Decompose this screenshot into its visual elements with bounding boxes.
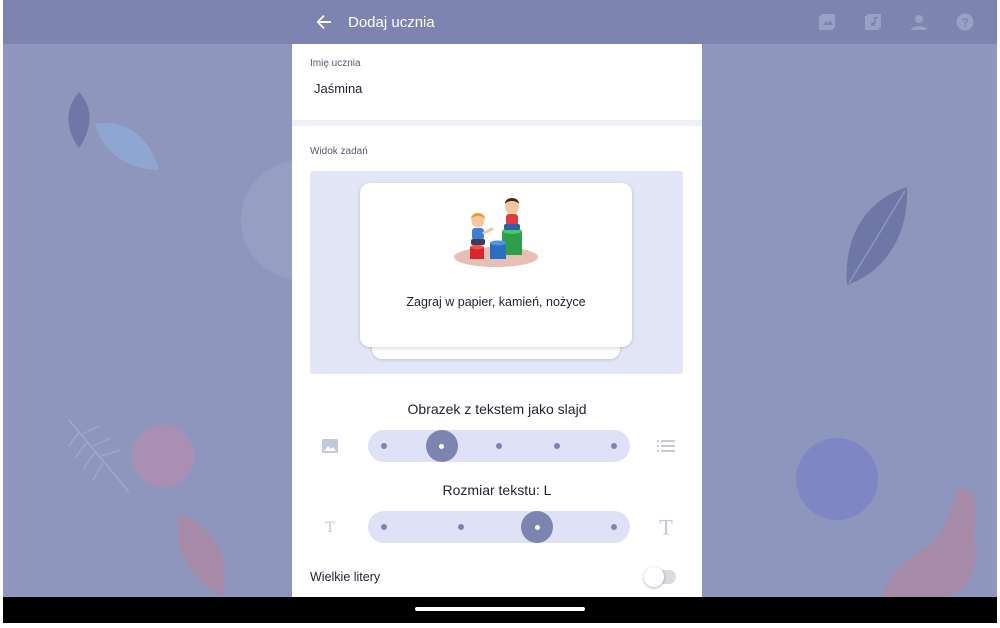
text-size-title: Rozmiar tekstu: L [442,482,552,498]
circle-decoration [796,438,878,520]
display-mode-step-dot[interactable] [381,443,387,449]
home-indicator[interactable] [415,607,585,611]
text-size-thumb[interactable] [521,511,554,543]
add-student-dialog: Dodaj ucznia Imię ucznia Widok zadań [292,0,702,597]
text-size-step-dot[interactable] [611,524,617,530]
uppercase-label: Wielkie litery [310,570,381,584]
toggle-knob[interactable] [644,567,664,587]
person-icon[interactable] [909,12,929,32]
uppercase-setting: Wielkie litery [310,567,684,588]
arrow-back-icon[interactable] [314,12,334,32]
display-mode-title: Obrazek z tekstem jako slajd [407,401,587,417]
leaf-decoration [177,514,225,596]
display-mode-thumb[interactable] [425,430,458,462]
svg-text:T: T [659,516,673,538]
gallery-icon[interactable] [817,12,837,32]
blob-decoration [883,489,976,598]
leaf-decoration [95,122,159,170]
text-large-icon: T [656,516,676,538]
task-view-label: Widok zadań [310,146,368,157]
task-card[interactable]: Zagraj w papier, kamień, nożyce [360,183,632,347]
text-size-step-dot[interactable] [457,524,464,530]
display-mode-step-dot[interactable] [611,443,617,449]
display-mode-step-dot[interactable] [553,443,560,449]
divider [292,120,702,126]
task-view-preview: Zagraj w papier, kamień, nożyce [310,171,683,374]
svg-text:?: ? [961,16,968,30]
student-name-label: Imię ucznia [310,58,361,69]
circle-decoration [132,425,194,487]
page-title: Dodaj ucznia [348,13,435,31]
student-name-field: Imię ucznia [292,44,702,120]
display-mode-step-dot[interactable] [496,443,502,449]
app-bar-actions: ? [817,12,975,32]
children-playing-illustration [454,198,538,267]
leaf-decoration [68,92,90,148]
help-icon[interactable]: ? [955,12,975,32]
display-mode-slider-row [292,430,702,462]
uppercase-toggle[interactable] [644,567,676,587]
text-small-icon: T [320,517,340,537]
music-library-icon[interactable] [863,12,883,32]
leaf-decoration [846,187,908,285]
list-icon [656,436,676,456]
text-size-slider[interactable] [368,511,630,543]
system-nav-bar [3,597,997,623]
image-icon [320,436,340,456]
task-card-text: Zagraj w papier, kamień, nożyce [406,295,586,309]
fern-decoration [68,419,130,493]
svg-text:T: T [325,520,335,534]
dialog-header: Dodaj ucznia [292,0,702,44]
text-size-slider-row: T T [292,511,702,543]
student-name-input[interactable] [314,81,674,96]
text-size-step-dot[interactable] [381,524,387,530]
display-mode-slider[interactable] [368,430,630,462]
